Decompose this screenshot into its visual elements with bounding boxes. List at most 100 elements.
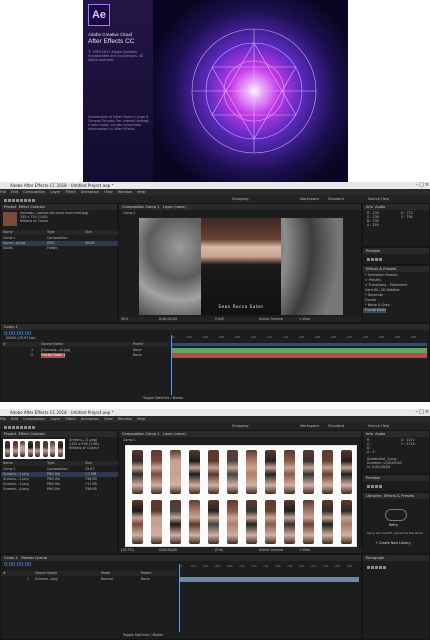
views-select[interactable]: 1 View xyxy=(299,317,310,322)
tab-render-queue[interactable]: Render Queue xyxy=(21,556,47,560)
menu-composition[interactable]: Composition xyxy=(23,417,45,421)
tab-effects-presets[interactable]: Effects & Presets xyxy=(363,266,429,272)
layer-row[interactable]: 2 Fractal Noise 1 None xyxy=(1,353,169,358)
resolution-select[interactable]: (Full) xyxy=(215,548,223,553)
zoom-select[interactable]: (15.7%) xyxy=(121,548,134,552)
layer-bar-1[interactable] xyxy=(179,577,359,582)
footage-colors: Millions of Colors+ xyxy=(69,446,100,450)
menu-effect[interactable]: Effect xyxy=(65,417,75,421)
tool-icons[interactable] xyxy=(4,197,36,202)
maximize-icon[interactable]: □ xyxy=(419,409,424,416)
menu-view[interactable]: View xyxy=(104,417,113,421)
menu-layer[interactable]: Layer xyxy=(50,417,60,421)
tab-info[interactable]: Info xyxy=(366,432,373,436)
col-size[interactable]: Size xyxy=(85,461,92,466)
playhead[interactable] xyxy=(179,564,180,632)
menu-file[interactable]: File xyxy=(0,417,6,421)
menu-edit[interactable]: Edit xyxy=(11,190,18,194)
comp-subtab[interactable]: Comp 1 xyxy=(121,438,136,443)
tab-timeline-comp[interactable]: Comp 1 xyxy=(4,556,18,560)
zoom-select[interactable]: 50% xyxy=(121,317,128,321)
work-area-bar[interactable] xyxy=(171,343,427,346)
close-icon[interactable]: × xyxy=(425,182,429,189)
time-ruler[interactable]: 0s 02s 04s 06s 08s 10s 12s 14s 16s 18s 20s 22s 24s 26… xyxy=(171,335,427,341)
layer-bar-2[interactable] xyxy=(171,353,427,358)
col-type[interactable]: Type xyxy=(47,230,55,235)
menu-window[interactable]: Window xyxy=(118,417,132,421)
col-mode[interactable]: Mode xyxy=(101,571,110,576)
menu-file[interactable]: File xyxy=(0,190,6,194)
tool-icons[interactable] xyxy=(4,424,36,429)
camera-select[interactable]: Active Camera xyxy=(259,317,283,322)
menu-help[interactable]: Help xyxy=(137,190,145,194)
project-row[interactable]: Screens...4.png PNG file 336 KB xyxy=(1,487,119,492)
menu-edit[interactable]: Edit xyxy=(11,417,18,421)
tab-effect-controls[interactable]: Effect Controls xyxy=(19,432,45,436)
snapping-toggle[interactable]: Snapping xyxy=(232,197,248,201)
close-icon[interactable]: × xyxy=(425,409,429,416)
resolution-select[interactable]: (Half) xyxy=(215,317,224,322)
workspace-select[interactable]: Standard xyxy=(328,197,344,201)
tab-timeline-comp[interactable]: Comp 1 xyxy=(1,324,429,330)
workspace-select[interactable]: Standard xyxy=(328,424,344,428)
create-library-button[interactable]: + Create New Library xyxy=(373,541,411,546)
camera-select[interactable]: Active Camera xyxy=(259,548,283,553)
tab-project[interactable]: Project xyxy=(4,432,16,436)
col-size[interactable]: Size xyxy=(85,230,92,235)
preview-controls[interactable] xyxy=(367,483,383,488)
tab-preview[interactable]: Preview xyxy=(363,248,429,254)
effects-item-selected[interactable]: Fractal Noise xyxy=(363,308,387,313)
tab-layer[interactable]: Layer (none) xyxy=(163,205,186,209)
menu-view[interactable]: View xyxy=(104,190,113,194)
comp-timecode[interactable]: 0;00;00;00 xyxy=(159,548,177,553)
tab-project[interactable]: Project xyxy=(4,205,16,209)
views-select[interactable]: 1 View xyxy=(299,548,310,553)
comp-subtab[interactable]: Comp 1 xyxy=(121,211,136,216)
tab-effects-presets[interactable]: Effects & Presets xyxy=(384,494,414,498)
ruler-tick-label: 26s xyxy=(379,335,385,339)
col-name[interactable]: Name xyxy=(3,461,13,465)
tab-libraries[interactable]: Libraries xyxy=(366,494,382,498)
col-source-name[interactable]: Source Name xyxy=(41,342,63,347)
comp-timecode[interactable]: 0;00;00;00 xyxy=(159,317,177,322)
tab-info[interactable]: Info xyxy=(366,205,373,209)
menu-window[interactable]: Window xyxy=(118,190,132,194)
collage-figure-image xyxy=(303,450,314,494)
menu-animation[interactable]: Animation xyxy=(81,190,99,194)
col-parent[interactable]: Parent xyxy=(141,571,152,576)
menu-help[interactable]: Help xyxy=(137,417,145,421)
retry-button[interactable]: Retry xyxy=(387,523,398,528)
menu-composition[interactable]: Composition xyxy=(23,190,45,194)
maximize-icon[interactable]: □ xyxy=(419,182,424,189)
menu-animation[interactable]: Animation xyxy=(81,417,99,421)
toggle-switches-modes[interactable]: Toggle Switches / Modes xyxy=(141,396,183,401)
toggle-switches-modes[interactable]: Toggle Switches / Modes xyxy=(121,633,163,638)
tab-layer[interactable]: Layer (none) xyxy=(163,432,186,436)
time-ruler[interactable]: 0s 02s 04s 06s 08s 10s 12s 14s 16s 18s 20s 22s 24s 26… xyxy=(179,564,359,570)
preview-controls[interactable] xyxy=(367,256,383,261)
timeline-timecode[interactable]: 0;00;00;00 xyxy=(4,562,31,568)
snapping-toggle[interactable]: Snapping xyxy=(232,424,248,428)
thumbnail-figure xyxy=(27,441,33,457)
tab-paragraph[interactable]: Paragraph xyxy=(363,555,429,561)
col-name[interactable]: Name xyxy=(3,230,13,234)
project-row[interactable]: Solids Folder xyxy=(1,246,119,251)
minimize-icon[interactable]: – xyxy=(416,182,419,189)
tab-effect-controls[interactable]: Effect Controls xyxy=(19,205,45,209)
search-help-input[interactable]: Search Help xyxy=(368,197,389,201)
col-parent[interactable]: Parent xyxy=(133,342,144,347)
col-type[interactable]: Type xyxy=(47,461,55,466)
menu-effect[interactable]: Effect xyxy=(65,190,75,194)
menu-layer[interactable]: Layer xyxy=(50,190,60,194)
col-source-name[interactable]: Source Name xyxy=(35,571,57,576)
tab-audio[interactable]: Audio xyxy=(375,205,385,209)
layer-row[interactable]: 1 Screens...png Normal None xyxy=(1,577,177,582)
paragraph-align-icons[interactable] xyxy=(367,564,387,569)
tab-preview[interactable]: Preview xyxy=(363,475,429,481)
search-help-input[interactable]: Search Help xyxy=(368,424,389,428)
minimize-icon[interactable]: – xyxy=(416,409,419,416)
playhead[interactable] xyxy=(171,335,172,395)
tab-composition[interactable]: Composition Comp 1 xyxy=(122,432,160,436)
tab-audio[interactable]: Audio xyxy=(375,432,385,436)
tab-composition[interactable]: Composition Comp 1 xyxy=(122,205,160,209)
